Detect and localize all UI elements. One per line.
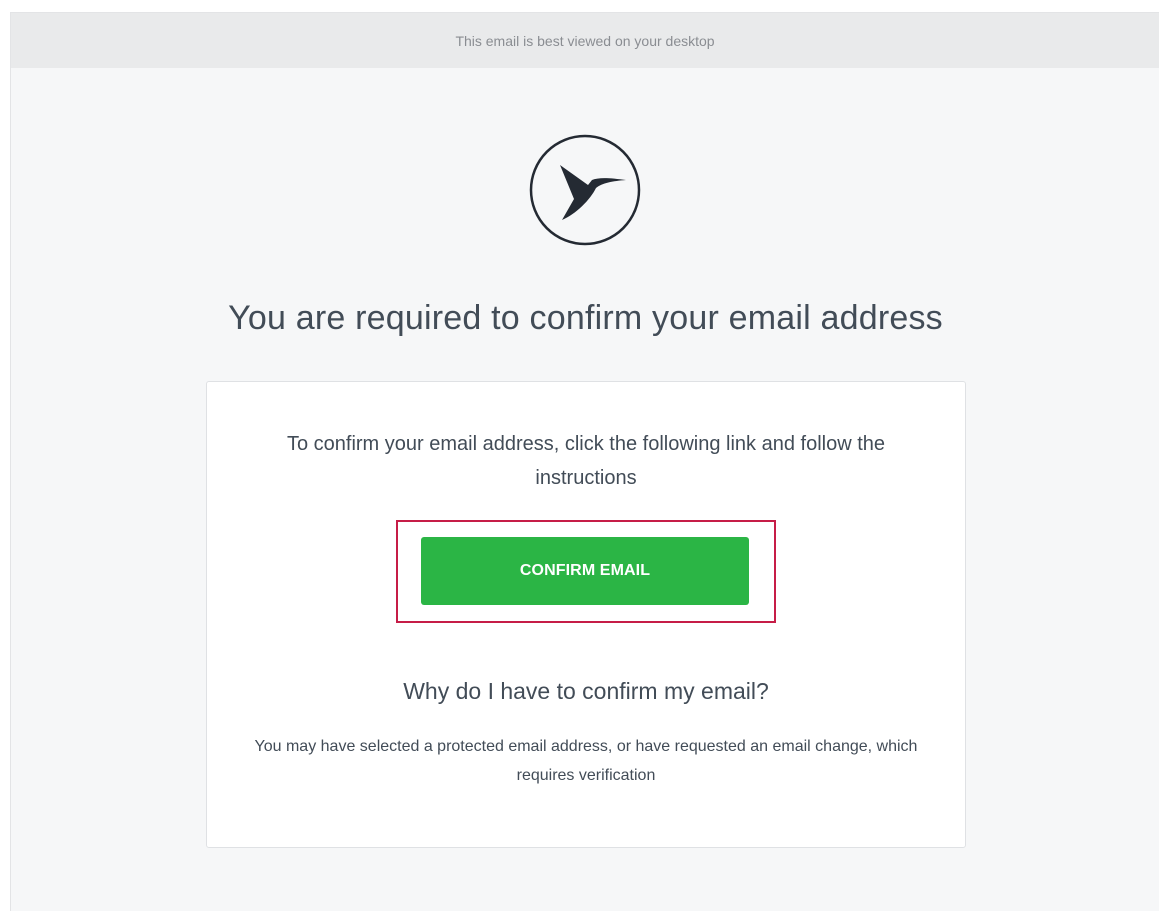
page-title: You are required to confirm your email a… — [228, 299, 943, 337]
hummingbird-logo-icon — [529, 134, 641, 246]
why-confirm-text: You may have selected a protected email … — [254, 738, 918, 784]
desktop-banner-text: This email is best viewed on your deskto… — [455, 32, 715, 49]
confirm-email-button[interactable]: CONFIRM EMAIL — [421, 537, 749, 605]
instructions-text: To confirm your email address, click the… — [286, 433, 886, 489]
confirmation-card: To confirm your email address, click the… — [206, 381, 966, 848]
desktop-banner: This email is best viewed on your deskto… — [11, 13, 1159, 68]
email-shell: This email is best viewed on your deskto… — [10, 12, 1159, 911]
why-confirm-heading: Why do I have to confirm my email? — [403, 678, 769, 704]
